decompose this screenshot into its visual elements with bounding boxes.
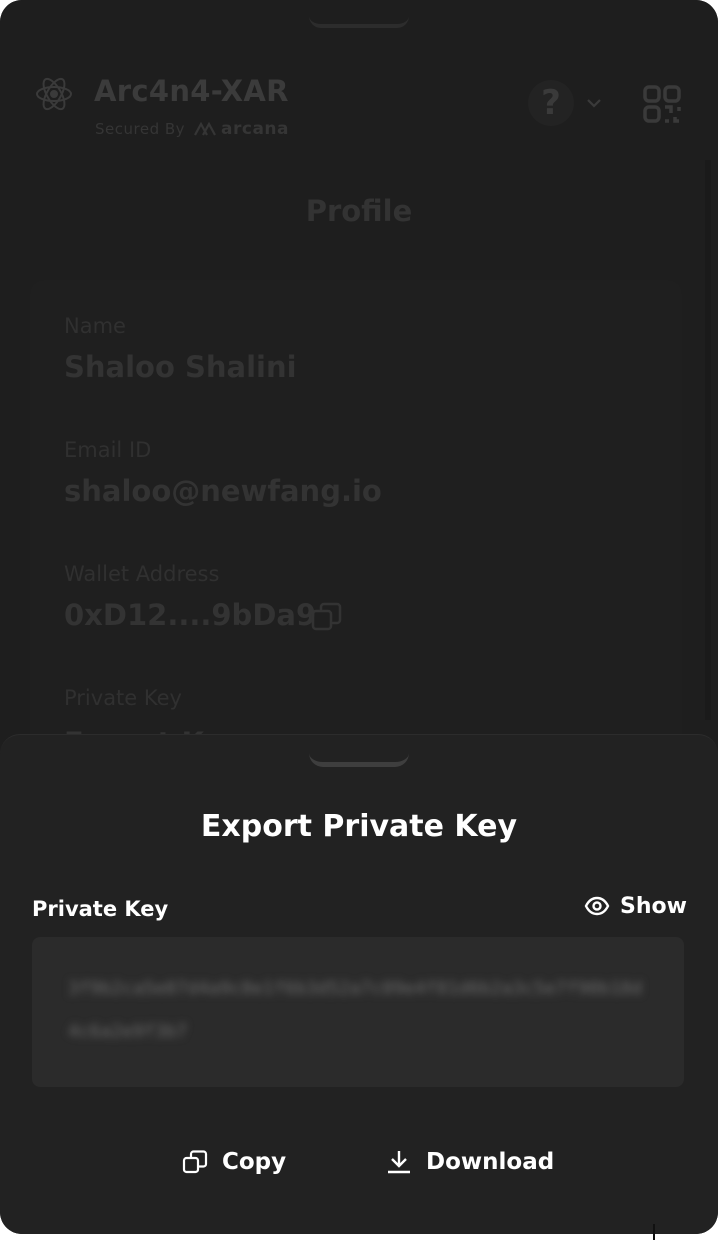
name-label: Name [64, 314, 126, 338]
sheet-drag-handle[interactable] [309, 753, 409, 767]
copy-icon[interactable] [310, 600, 344, 634]
name-value: Shaloo Shalini [64, 350, 297, 384]
scrollbar[interactable] [705, 160, 711, 720]
download-icon [388, 1151, 410, 1174]
cursor-mark [653, 1224, 655, 1240]
private-key-box: 3f9b2ca5e07d4a9c8e1f6b3d52a7c09e4f81d6b2… [32, 937, 684, 1087]
wallet-value: 0xD12....9bDa9 [64, 598, 317, 632]
email-label: Email ID [64, 438, 152, 462]
download-button[interactable]: Download [386, 1149, 554, 1175]
wallet-frame: Arc4n4-XAR Secured By arcana ? Profile N… [0, 0, 718, 1234]
wallet-label: Wallet Address [64, 562, 220, 586]
qr-code-icon[interactable] [642, 84, 682, 124]
sheet-title: Export Private Key [200, 809, 518, 844]
private-key-field-label: Private Key [32, 897, 169, 921]
masked-private-key: 3f9b2ca5e07d4a9c8e1f6b3d52a7c09e4f81d6b2… [68, 978, 643, 1042]
show-label: Show [620, 893, 687, 919]
private-key-label: Private Key [64, 686, 182, 710]
chevron-down-icon[interactable] [584, 94, 604, 112]
copy-button[interactable]: Copy [182, 1149, 286, 1175]
secured-by-label: Secured By [95, 120, 186, 138]
copy-label: Copy [222, 1149, 287, 1175]
export-private-key-sheet: Export Private Key Private Key Show 3f9b… [0, 734, 718, 1234]
eye-icon [584, 896, 610, 916]
secured-by: Secured By arcana [95, 119, 289, 139]
show-button[interactable]: Show [584, 893, 687, 919]
email-value: shaloo@newfang.io [64, 474, 382, 508]
brand-name: arcana [221, 119, 290, 139]
react-atom-icon [34, 74, 74, 114]
copy-icon [182, 1150, 208, 1174]
top-drag-handle[interactable] [309, 16, 409, 28]
page-title: Profile [305, 194, 413, 228]
arcana-brand: arcana [193, 119, 289, 139]
download-label: Download [426, 1149, 555, 1175]
help-button[interactable]: ? [528, 80, 574, 126]
help-icon: ? [541, 83, 561, 123]
arcana-logo-icon [194, 121, 216, 136]
app-name: Arc4n4-XAR [94, 74, 289, 108]
